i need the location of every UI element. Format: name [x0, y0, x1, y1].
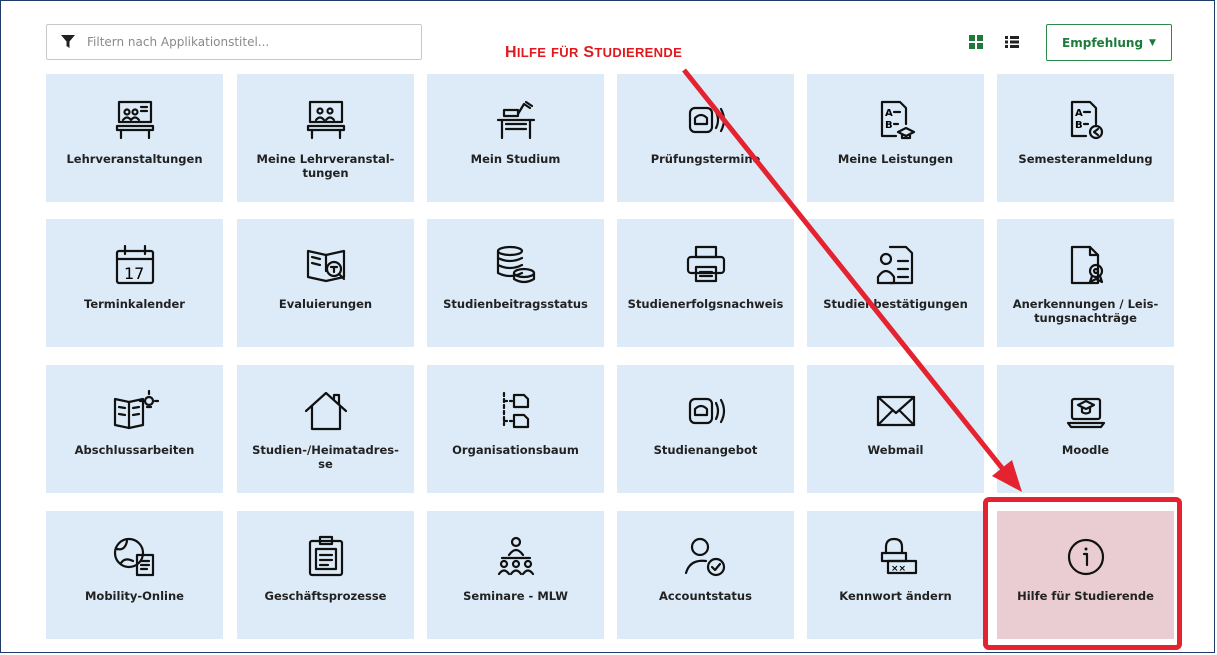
annotation-arrow: [682, 68, 1022, 492]
